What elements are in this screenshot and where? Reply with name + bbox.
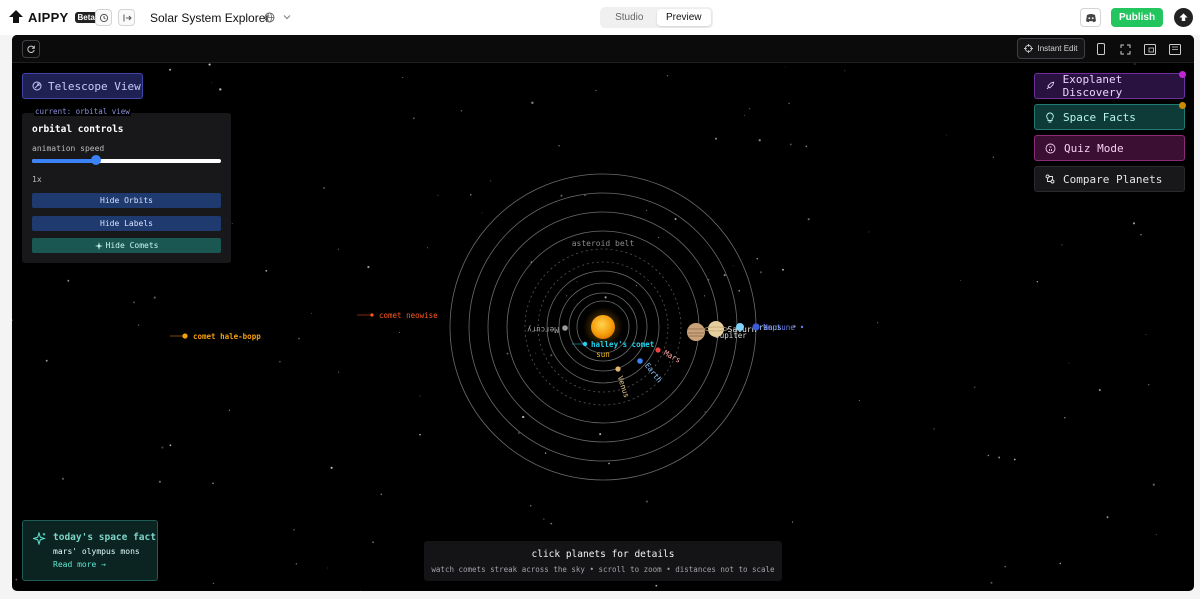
telescope-view-button[interactable]: Telescope View	[22, 73, 143, 99]
comet-halley[interactable]: halley's comet	[572, 340, 654, 349]
animation-speed-slider[interactable]	[32, 155, 221, 165]
quiz-icon	[1045, 143, 1056, 153]
brand-name: AIPPY	[28, 9, 69, 25]
top-bar: AIPPY Beta Solar System Explorer Studio …	[0, 0, 1200, 35]
window-icon	[1144, 43, 1156, 55]
animation-speed-value: 1x	[32, 175, 42, 184]
mode-switcher: Studio Preview	[600, 7, 713, 28]
tab-studio[interactable]: Studio	[602, 9, 657, 26]
asteroid-belt-label: asteroid belt	[572, 239, 635, 248]
hale-bopp-comet-label: comet hale-bopp	[193, 332, 261, 341]
hint-title: click planets for details	[531, 549, 675, 560]
neowise-comet-label: comet neowise	[379, 311, 438, 320]
exit-icon	[123, 14, 132, 21]
planet-mars[interactable]	[655, 347, 661, 353]
hide-labels-button[interactable]: Hide Labels	[32, 216, 221, 231]
compare-planets-button[interactable]: Compare Planets	[1034, 166, 1185, 192]
tab-preview[interactable]: Preview	[656, 9, 711, 26]
hint-subtitle: watch comets streak across the sky • scr…	[431, 565, 775, 574]
orbital-controls-title: orbital controls	[32, 124, 124, 135]
window-view-button[interactable]	[1141, 40, 1159, 58]
sun[interactable]	[591, 315, 615, 339]
brand-logo[interactable]: AIPPY Beta	[8, 9, 98, 25]
hide-orbits-button[interactable]: Hide Orbits	[32, 193, 221, 208]
sparkles-icon	[33, 532, 46, 545]
refresh-button[interactable]	[22, 40, 40, 58]
mercury-label: Mercury	[527, 325, 559, 334]
planet-venus[interactable]	[615, 366, 621, 372]
compare-icon	[1045, 174, 1055, 184]
venus-label: Venus	[616, 375, 632, 399]
discord-icon	[1085, 13, 1096, 22]
hide-orbits-label: Hide Orbits	[100, 196, 153, 205]
current-view-indicator: current: orbital view	[34, 107, 131, 116]
comet-neowise[interactable]: comet neowise	[357, 311, 438, 320]
hide-labels-label: Hide Labels	[100, 219, 153, 228]
planet-uranus[interactable]	[736, 323, 744, 331]
phone-icon	[1097, 43, 1105, 55]
instant-edit-button[interactable]: Instant Edit	[1017, 38, 1085, 59]
sidebar-icon	[1169, 43, 1181, 55]
avatar-icon	[1179, 13, 1188, 21]
history-icon	[99, 13, 108, 22]
space-facts-notification-dot	[1179, 102, 1186, 109]
instructions-hint: click planets for details watch comets s…	[424, 541, 782, 581]
comet-hale-bopp[interactable]: comet hale-bopp	[170, 332, 261, 341]
exoplanet-discovery-label: Exoplanet Discovery	[1062, 73, 1123, 99]
lightbulb-icon	[1046, 112, 1054, 122]
planet-mercury[interactable]	[562, 325, 568, 331]
exoplanet-notification-dot	[1179, 71, 1186, 78]
crosshair-icon	[1024, 44, 1034, 53]
animation-speed-label: animation speed	[32, 144, 105, 153]
quiz-mode-label: Quiz Mode	[1064, 141, 1124, 155]
solar-system-app: sun asteroid belt Mercury Venus Earth Ma…	[12, 63, 1194, 591]
brand-mark-icon	[9, 10, 23, 23]
hide-comets-button[interactable]: Hide Comets	[32, 238, 221, 253]
orbital-controls-panel: orbital controls animation speed 1x Hide…	[22, 113, 231, 263]
discord-button[interactable]	[1080, 8, 1101, 27]
instant-edit-label: Instant Edit	[1037, 44, 1078, 53]
space-fact-card: today's space fact mars' olympus mons Re…	[22, 520, 158, 581]
mobile-view-button[interactable]	[1092, 40, 1110, 58]
telescope-icon	[32, 81, 42, 91]
exit-button[interactable]	[118, 9, 135, 26]
planet-earth[interactable]	[637, 358, 643, 364]
refresh-icon	[27, 45, 35, 53]
sparkle-icon	[94, 241, 103, 250]
exoplanet-discovery-button[interactable]: Exoplanet Discovery	[1034, 73, 1185, 99]
planet-jupiter[interactable]	[687, 323, 705, 341]
earth-label: Earth	[643, 361, 664, 384]
chevron-down-icon[interactable]	[282, 12, 292, 22]
rocket-icon	[1046, 81, 1055, 90]
project-title[interactable]: Solar System Explorer	[150, 11, 269, 25]
quiz-mode-button[interactable]: Quiz Mode	[1034, 135, 1185, 161]
compare-planets-label: Compare Planets	[1063, 172, 1163, 186]
telescope-view-label: Telescope View	[48, 79, 141, 93]
history-button[interactable]	[95, 9, 112, 26]
hide-comets-label: Hide Comets	[105, 241, 159, 250]
space-fact-title: today's space fact	[53, 532, 156, 543]
sun-label: sun	[596, 350, 610, 359]
fullscreen-button[interactable]	[1116, 40, 1134, 58]
space-facts-button[interactable]: Space Facts	[1034, 104, 1185, 130]
slider-fill	[32, 159, 97, 163]
planet-saturn[interactable]	[708, 321, 724, 337]
read-more-link[interactable]: Read more →	[53, 560, 106, 569]
halley-comet-label: halley's comet	[591, 340, 654, 349]
preview-frame: Instant Edit sun asteroid belt Mercury V…	[12, 35, 1194, 591]
preview-toolbar: Instant Edit	[12, 35, 1194, 63]
neptune-dot	[800, 325, 804, 329]
neptune-label: Neptune	[763, 323, 795, 332]
globe-icon[interactable]	[264, 12, 275, 23]
user-avatar[interactable]	[1174, 8, 1193, 27]
planet-neptune[interactable]	[752, 323, 760, 331]
slider-thumb[interactable]	[91, 155, 102, 165]
publish-button[interactable]: Publish	[1111, 8, 1163, 27]
fullscreen-icon	[1120, 44, 1130, 54]
space-facts-label: Space Facts	[1063, 110, 1136, 124]
sidebar-view-button[interactable]	[1166, 40, 1184, 58]
space-fact-body: mars' olympus mons	[53, 547, 140, 556]
